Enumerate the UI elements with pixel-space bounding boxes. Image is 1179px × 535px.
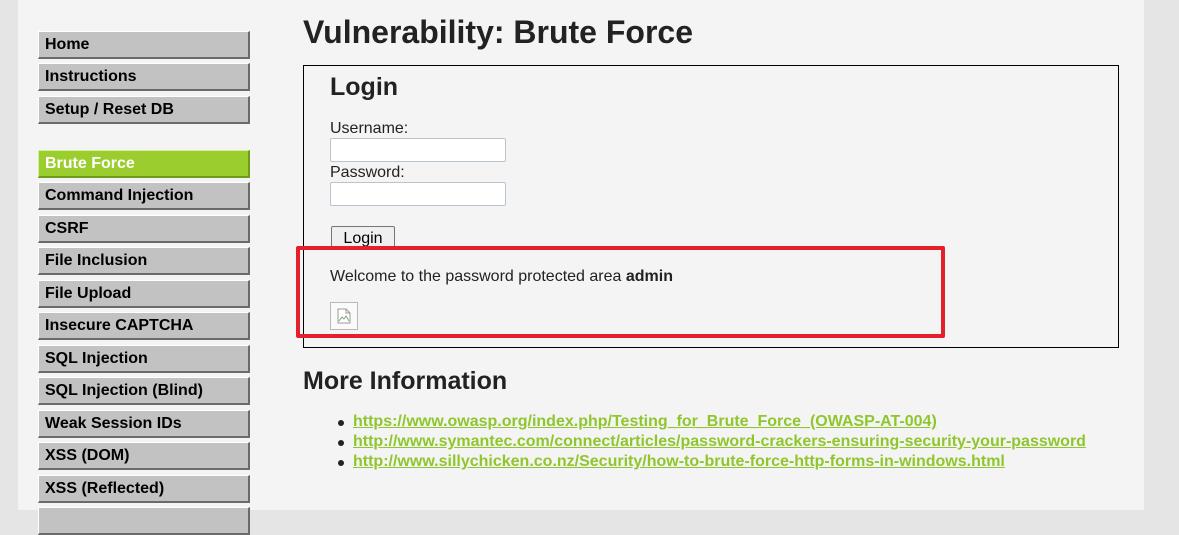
sidebar-item-command-injection[interactable]: Command Injection xyxy=(38,182,250,210)
login-heading: Login xyxy=(330,73,399,101)
sidebar-item-insecure-captcha[interactable]: Insecure CAPTCHA xyxy=(38,312,250,340)
bullet-icon xyxy=(338,460,344,466)
sidebar-item-sql-injection[interactable]: SQL Injection xyxy=(38,345,250,373)
link-symantec[interactable]: http://www.symantec.com/connect/articles… xyxy=(353,433,1086,450)
bullet-icon xyxy=(338,420,344,426)
list-item: http://www.symantec.com/connect/articles… xyxy=(338,433,1086,453)
sidebar-item-csrf[interactable]: CSRF xyxy=(38,215,250,243)
password-input[interactable] xyxy=(330,182,506,206)
bullet-icon xyxy=(338,440,344,446)
more-information-links: https://www.owasp.org/index.php/Testing_… xyxy=(338,413,1086,473)
username-input[interactable] xyxy=(330,138,506,162)
sidebar-item-setup-reset-db[interactable]: Setup / Reset DB xyxy=(38,96,250,124)
sidebar-item-sql-injection-blind[interactable]: SQL Injection (Blind) xyxy=(38,377,250,405)
sidebar-item-file-inclusion[interactable]: File Inclusion xyxy=(38,247,250,275)
sidebar-item-weak-session-ids[interactable]: Weak Session IDs xyxy=(38,410,250,438)
page-title: Vulnerability: Brute Force xyxy=(303,14,693,50)
list-item: https://www.owasp.org/index.php/Testing_… xyxy=(338,413,1086,433)
username-label: Username: xyxy=(330,120,409,137)
password-label: Password: xyxy=(330,164,405,181)
more-information-heading: More Information xyxy=(303,367,508,395)
sidebar-item-partial[interactable] xyxy=(38,507,250,535)
link-owasp[interactable]: https://www.owasp.org/index.php/Testing_… xyxy=(353,413,937,430)
sidebar-item-xss-reflected[interactable]: XSS (Reflected) xyxy=(38,475,250,503)
highlight-box xyxy=(296,246,945,338)
sidebar-item-instructions[interactable]: Instructions xyxy=(38,63,250,91)
list-item: http://www.sillychicken.co.nz/Security/h… xyxy=(338,453,1086,473)
link-sillychicken[interactable]: http://www.sillychicken.co.nz/Security/h… xyxy=(353,453,1005,470)
sidebar-item-home[interactable]: Home xyxy=(38,31,250,59)
sidebar-item-file-upload[interactable]: File Upload xyxy=(38,280,250,308)
sidebar-item-brute-force[interactable]: Brute Force xyxy=(38,150,250,178)
sidebar-item-xss-dom[interactable]: XSS (DOM) xyxy=(38,442,250,470)
